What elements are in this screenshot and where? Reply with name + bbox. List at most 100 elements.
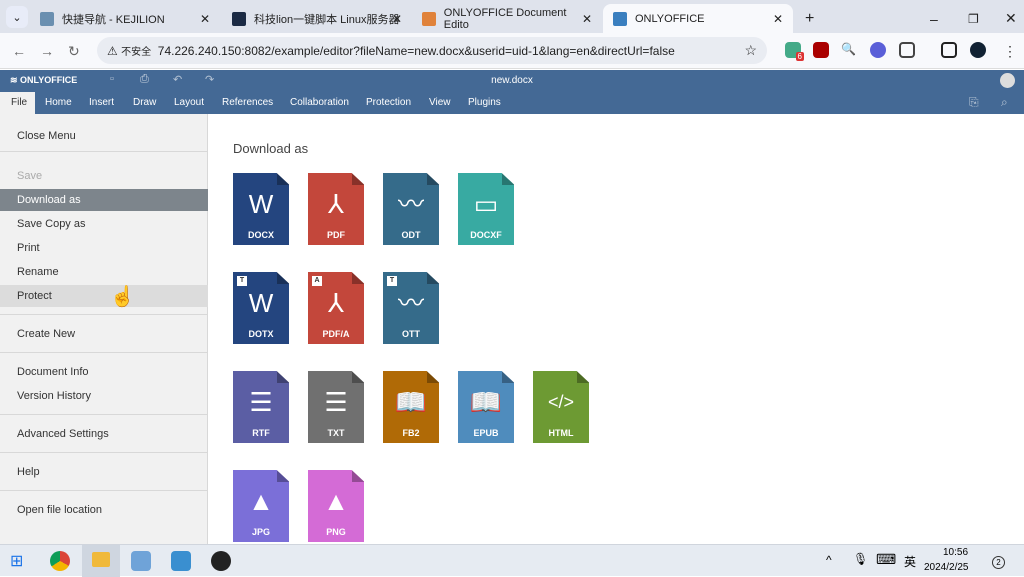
download-format-odt[interactable]: 〰 ODT xyxy=(383,173,439,245)
page-fold xyxy=(277,272,289,284)
download-format-epub[interactable]: 📖 EPUB xyxy=(458,371,514,443)
tab-collaboration[interactable]: Collaboration xyxy=(290,97,349,108)
browser-tab[interactable]: 快捷导航 - KEJILION ✕ xyxy=(30,4,220,33)
page-fold xyxy=(427,371,439,383)
tab-draw[interactable]: Draw xyxy=(133,97,156,108)
microphone-icon[interactable]: 🎙 xyxy=(853,552,868,566)
tab-home[interactable]: Home xyxy=(45,97,72,108)
download-format-txt[interactable]: ☰ TXT xyxy=(308,371,364,443)
menu-item-create-new[interactable]: Create New xyxy=(0,323,208,345)
remote-desktop-icon[interactable] xyxy=(131,551,151,571)
reload-icon[interactable]: ↻ xyxy=(68,43,80,60)
chrome-icon[interactable] xyxy=(50,551,70,571)
pdf-a-format-icon: ⅄ xyxy=(328,288,344,318)
clock-time[interactable]: 10:56 xyxy=(928,547,983,558)
format-label: DOCX xyxy=(247,230,274,240)
tab-favicon-icon xyxy=(40,11,54,26)
terminal-app-icon[interactable] xyxy=(171,551,191,571)
download-format-ott[interactable]: T 〰 OTT xyxy=(383,272,439,344)
menu-item-print[interactable]: Print xyxy=(0,237,208,259)
profile-avatar[interactable] xyxy=(970,42,986,58)
download-format-docxf[interactable]: ▭ DOCXF xyxy=(458,173,514,245)
download-format-pdf[interactable]: ⅄ PDF xyxy=(308,173,364,245)
browser-tab[interactable]: 科技lion一键脚本 Linux服务器 ✕ xyxy=(222,4,412,33)
close-tab-icon[interactable]: ✕ xyxy=(200,12,210,26)
format-label: HTML xyxy=(548,428,574,438)
dotx-format-icon: W xyxy=(248,288,274,318)
extension-s-icon[interactable] xyxy=(870,42,886,58)
keyboard-icon[interactable]: ⌨ xyxy=(876,551,896,568)
menu-item-download-as[interactable]: Download as xyxy=(0,189,208,211)
menu-item-version-history[interactable]: Version History xyxy=(0,385,208,407)
forward-icon[interactable]: → xyxy=(40,43,54,59)
format-label: RTF xyxy=(252,428,270,438)
page-fold xyxy=(277,470,289,482)
menu-dots-icon[interactable]: ⋮ xyxy=(1003,43,1017,60)
browser-tab-active[interactable]: ONLYOFFICE ✕ xyxy=(603,4,793,33)
page-fold xyxy=(277,173,289,185)
download-format-html[interactable]: </> HTML xyxy=(533,371,589,443)
tab-view[interactable]: View xyxy=(429,97,451,108)
menu-item-help[interactable]: Help xyxy=(0,461,208,483)
close-tab-icon[interactable]: ✕ xyxy=(582,12,592,26)
tab-list-button[interactable]: ⌄ xyxy=(6,6,28,28)
close-window-button[interactable]: ✕ xyxy=(995,4,1024,33)
page-fold xyxy=(577,371,589,383)
ublock-icon[interactable] xyxy=(813,42,829,58)
tab-file[interactable]: File xyxy=(0,92,35,114)
menu-item-save-copy-as[interactable]: Save Copy as xyxy=(0,213,208,235)
tab-references[interactable]: References xyxy=(222,97,273,108)
extensions-puzzle-icon[interactable] xyxy=(899,42,915,58)
download-format-dotx[interactable]: T W DOTX xyxy=(233,272,289,344)
format-label: EPUB xyxy=(473,428,499,438)
download-format-fb2[interactable]: 📖 FB2 xyxy=(383,371,439,443)
side-panel-icon[interactable] xyxy=(941,42,957,58)
restore-button[interactable]: ❐ xyxy=(958,4,989,33)
download-format-pdf-a[interactable]: A ⅄ PDF/A xyxy=(308,272,364,344)
url-text[interactable]: 74.226.240.150:8082/example/editor?fileN… xyxy=(158,44,675,58)
search-icon[interactable]: ⌕ xyxy=(1001,95,1008,110)
tab-favicon-icon xyxy=(232,11,246,26)
app-icon[interactable] xyxy=(211,551,231,571)
user-avatar[interactable] xyxy=(1000,73,1015,88)
minimize-button[interactable]: – xyxy=(920,4,948,33)
menu-item-open-file-location[interactable]: Open file location xyxy=(0,499,208,521)
new-tab-button[interactable]: + xyxy=(795,4,824,33)
tab-protection[interactable]: Protection xyxy=(366,97,411,108)
tab-favicon-icon xyxy=(422,11,436,26)
menu-item-save: Save xyxy=(17,170,43,182)
menu-item-document-info[interactable]: Document Info xyxy=(0,361,208,383)
open-location-icon[interactable]: ⎘ xyxy=(969,95,979,110)
browser-tab[interactable]: ONLYOFFICE Document Edito ✕ xyxy=(412,4,602,33)
tab-plugins[interactable]: Plugins xyxy=(468,97,501,108)
taskbar: ⊞ ^ 🎙 ⌨ 英 10:56 2024/2/25 2 xyxy=(0,544,1024,577)
download-format-jpg[interactable]: ▲ JPG xyxy=(233,470,289,542)
tray-chevron-icon[interactable]: ^ xyxy=(826,553,832,567)
url-bar[interactable]: ⚠ 不安全 74.226.240.150:8082/example/editor… xyxy=(97,37,767,64)
tab-layout[interactable]: Layout xyxy=(174,97,204,108)
download-format-rtf[interactable]: ☰ RTF xyxy=(233,371,289,443)
hand-cursor-icon: ☝ xyxy=(110,286,135,308)
clock-date[interactable]: 2024/2/25 xyxy=(924,562,969,573)
menu-item-close-menu[interactable]: Close Menu xyxy=(0,125,208,147)
close-tab-icon[interactable]: ✕ xyxy=(392,12,402,26)
download-format-docx[interactable]: W DOCX xyxy=(233,173,289,245)
file-explorer-button[interactable] xyxy=(82,545,120,577)
extension-icon[interactable]: 6 xyxy=(785,42,804,61)
bookmark-star-icon[interactable]: ☆ xyxy=(744,42,757,59)
search-extension-icon[interactable]: 🔍 xyxy=(841,42,857,58)
menu-item-advanced-settings[interactable]: Advanced Settings xyxy=(0,423,208,445)
notification-badge[interactable]: 2 xyxy=(992,556,1005,569)
ime-indicator[interactable]: 英 xyxy=(904,553,916,570)
menu-item-rename[interactable]: Rename xyxy=(0,261,208,283)
windows-start-icon[interactable]: ⊞ xyxy=(10,551,30,571)
format-label: DOTX xyxy=(248,329,274,339)
tab-insert[interactable]: Insert xyxy=(89,97,114,108)
close-tab-icon[interactable]: ✕ xyxy=(773,12,783,26)
menu-item-protect[interactable]: Protect xyxy=(0,285,208,307)
document-title: new.docx xyxy=(491,75,533,86)
download-format-png[interactable]: ▲ PNG xyxy=(308,470,364,542)
html-format-icon: </> xyxy=(547,392,575,412)
back-icon[interactable]: ← xyxy=(12,43,26,59)
menu-divider xyxy=(0,490,208,491)
